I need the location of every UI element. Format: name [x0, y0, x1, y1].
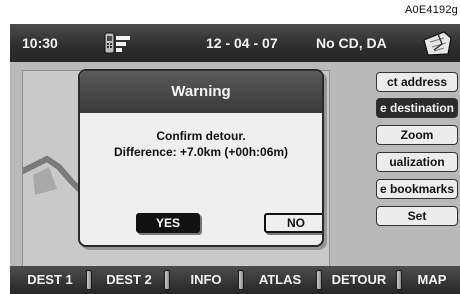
- menu-item-select-address[interactable]: ct address: [376, 72, 458, 92]
- tab-separator: [86, 270, 92, 290]
- tab-info[interactable]: INFO: [178, 266, 234, 294]
- warning-dialog: Warning Confirm detour. Difference: +7.0…: [78, 69, 324, 247]
- tab-dest-1[interactable]: DEST 1: [18, 266, 82, 294]
- tab-separator: [238, 270, 244, 290]
- no-button[interactable]: NO: [264, 213, 322, 233]
- menu-item-change-destination[interactable]: e destination: [376, 98, 458, 118]
- phone-icon[interactable]: [102, 30, 132, 56]
- tab-separator: [316, 270, 322, 290]
- dialog-message-difference: Difference: +7.0km (+00h:06m): [113, 145, 289, 159]
- tab-separator: [396, 270, 402, 290]
- menu-item-bookmarks[interactable]: e bookmarks: [376, 179, 458, 199]
- tab-atlas[interactable]: ATLAS: [248, 266, 312, 294]
- tab-map[interactable]: MAP: [406, 266, 458, 294]
- menu-item-set[interactable]: Set: [376, 206, 458, 226]
- date-display: 12 - 04 - 07: [206, 35, 278, 51]
- menu-item-visualization[interactable]: ualization: [376, 152, 458, 172]
- bottom-tab-bar: DEST 1 DEST 2 INFO ATLAS DETOUR MAP: [10, 266, 460, 294]
- media-status: No CD, DA: [316, 35, 387, 51]
- tab-dest-2[interactable]: DEST 2: [96, 266, 162, 294]
- display-screen: 10:30 12 - 04 - 07 No CD, DA ct address …: [10, 24, 460, 294]
- navigation-map-icon[interactable]: [420, 28, 454, 58]
- clock-time: 10:30: [22, 35, 58, 51]
- dialog-message-confirm: Confirm detour.: [156, 129, 246, 143]
- tab-detour[interactable]: DETOUR: [324, 266, 394, 294]
- status-bar: 10:30 12 - 04 - 07 No CD, DA: [10, 24, 460, 62]
- figure-code: A0E4192g: [405, 4, 458, 16]
- tab-separator: [164, 270, 170, 290]
- yes-button[interactable]: YES: [136, 213, 200, 233]
- dialog-title: Warning: [80, 71, 322, 113]
- menu-item-zoom[interactable]: Zoom: [376, 125, 458, 145]
